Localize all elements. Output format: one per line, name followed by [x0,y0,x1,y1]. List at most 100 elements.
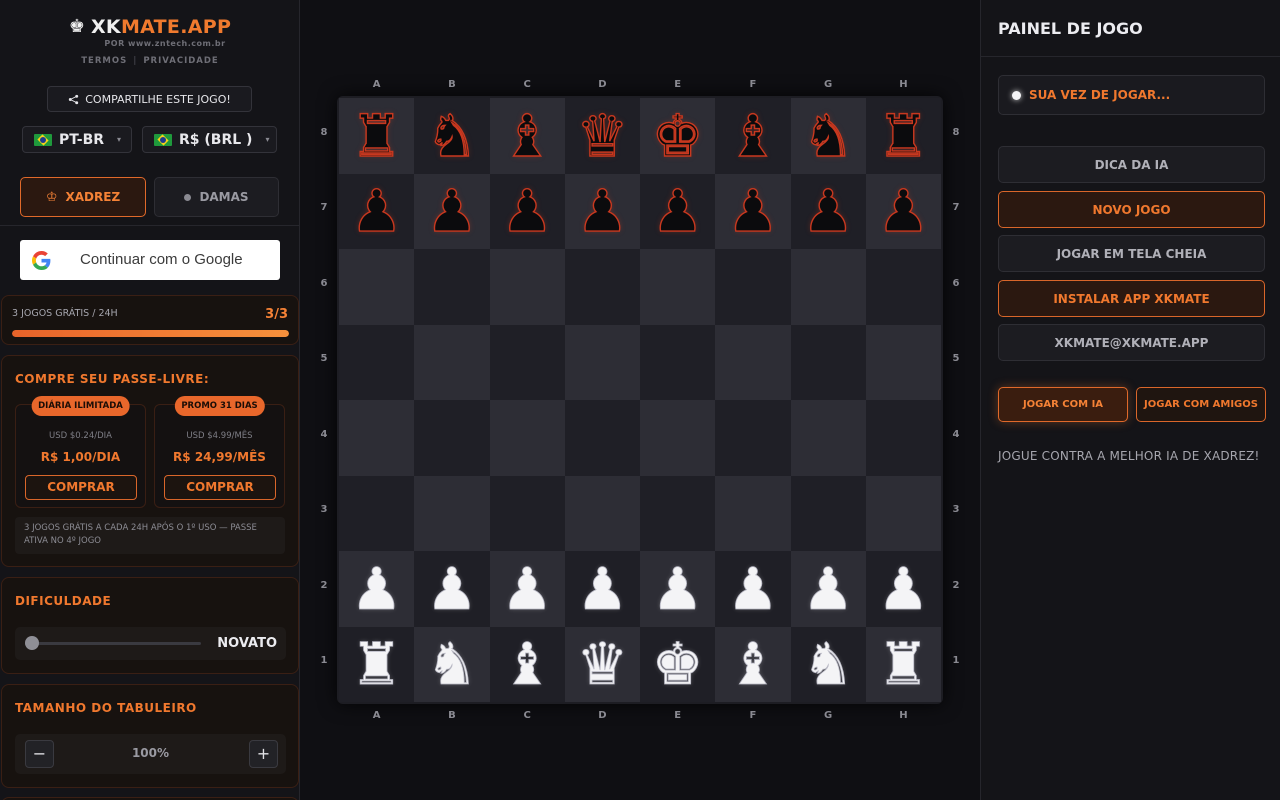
white-pawn-icon[interactable]: ♟ [576,559,629,618]
square-c7[interactable]: ♟ [489,173,565,249]
install-app-button[interactable]: INSTALAR APP XKMATE [998,280,1265,317]
square-c2[interactable]: ♟ [489,551,565,627]
white-knight-icon[interactable]: ♞ [802,635,855,694]
mode-chess-button[interactable]: ♔ XADREZ [20,177,146,217]
black-rook-icon[interactable]: ♜ [350,106,403,165]
square-g7[interactable]: ♟ [790,173,866,249]
white-pawn-icon[interactable]: ♟ [877,559,930,618]
square-h7[interactable]: ♟ [865,173,941,249]
square-f8[interactable]: ♝ [715,98,791,174]
square-e7[interactable]: ♟ [640,173,716,249]
white-king-icon[interactable]: ♚ [651,635,704,694]
white-pawn-icon[interactable]: ♟ [802,559,855,618]
difficulty-slider[interactable]: NOVATO [15,627,286,660]
black-rook-icon[interactable]: ♜ [877,106,930,165]
square-a1[interactable]: ♜ [339,626,415,702]
square-c8[interactable]: ♝ [489,98,565,174]
square-d4[interactable] [564,400,640,476]
black-pawn-icon[interactable]: ♟ [425,182,478,241]
brand-logo[interactable]: XKMATE.APP [91,16,231,38]
play-friends-button[interactable]: JOGAR COM AMIGOS [1136,387,1266,422]
ai-hint-button[interactable]: DICA DA IA [998,146,1265,183]
square-a4[interactable] [339,400,415,476]
zoom-in-button[interactable]: + [249,740,278,768]
square-a6[interactable] [339,249,415,325]
square-b8[interactable]: ♞ [414,98,490,174]
privacy-link[interactable]: PRIVACIDADE [143,56,218,66]
square-d7[interactable]: ♟ [564,173,640,249]
currency-select[interactable]: R$ (BRL ) ▾ [142,126,277,153]
square-b5[interactable] [414,324,490,400]
square-h6[interactable] [865,249,941,325]
square-h1[interactable]: ♜ [865,626,941,702]
white-queen-icon[interactable]: ♛ [576,635,629,694]
square-h8[interactable]: ♜ [865,98,941,174]
square-a8[interactable]: ♜ [339,98,415,174]
square-c4[interactable] [489,400,565,476]
square-c6[interactable] [489,249,565,325]
square-f4[interactable] [715,400,791,476]
black-knight-icon[interactable]: ♞ [425,106,478,165]
square-c1[interactable]: ♝ [489,626,565,702]
square-e2[interactable]: ♟ [640,551,716,627]
black-pawn-icon[interactable]: ♟ [500,182,553,241]
white-bishop-icon[interactable]: ♝ [501,635,554,694]
square-b2[interactable]: ♟ [414,551,490,627]
square-a3[interactable] [339,475,415,551]
new-game-button[interactable]: NOVO JOGO [998,191,1265,228]
square-e5[interactable] [640,324,716,400]
play-ai-button[interactable]: JOGAR COM IA [998,387,1128,422]
white-knight-icon[interactable]: ♞ [425,635,478,694]
square-h3[interactable] [865,475,941,551]
buy-daily-button[interactable]: COMPRAR [25,475,137,500]
square-d1[interactable]: ♛ [564,626,640,702]
square-e3[interactable] [640,475,716,551]
black-king-icon[interactable]: ♚ [651,106,704,165]
black-pawn-icon[interactable]: ♟ [877,182,930,241]
white-bishop-icon[interactable]: ♝ [726,635,779,694]
buy-monthly-button[interactable]: COMPRAR [164,475,276,500]
square-f1[interactable]: ♝ [715,626,791,702]
square-f2[interactable]: ♟ [715,551,791,627]
black-bishop-icon[interactable]: ♝ [500,106,553,165]
square-b6[interactable] [414,249,490,325]
square-a5[interactable] [339,324,415,400]
square-d6[interactable] [564,249,640,325]
white-pawn-icon[interactable]: ♟ [651,559,704,618]
square-g5[interactable] [790,324,866,400]
square-d2[interactable]: ♟ [564,551,640,627]
square-a2[interactable]: ♟ [339,551,415,627]
square-b7[interactable]: ♟ [414,173,490,249]
square-b1[interactable]: ♞ [414,626,490,702]
black-knight-icon[interactable]: ♞ [801,106,854,165]
language-select[interactable]: PT-BR ▾ [22,126,132,153]
square-d8[interactable]: ♛ [564,98,640,174]
square-f7[interactable]: ♟ [715,173,791,249]
square-g6[interactable] [790,249,866,325]
black-pawn-icon[interactable]: ♟ [651,182,704,241]
mode-checkers-button[interactable]: DAMAS [154,177,279,217]
black-pawn-icon[interactable]: ♟ [726,182,779,241]
square-d5[interactable] [564,324,640,400]
square-f3[interactable] [715,475,791,551]
square-g4[interactable] [790,400,866,476]
square-e4[interactable] [640,400,716,476]
square-g1[interactable]: ♞ [790,626,866,702]
square-b4[interactable] [414,400,490,476]
square-h2[interactable]: ♟ [865,551,941,627]
terms-link[interactable]: TERMOS [81,56,127,66]
white-pawn-icon[interactable]: ♟ [350,559,403,618]
white-pawn-icon[interactable]: ♟ [425,559,478,618]
black-pawn-icon[interactable]: ♟ [350,182,403,241]
white-rook-icon[interactable]: ♜ [877,635,930,694]
square-e8[interactable]: ♚ [640,98,716,174]
black-pawn-icon[interactable]: ♟ [801,182,854,241]
square-g2[interactable]: ♟ [790,551,866,627]
white-rook-icon[interactable]: ♜ [350,635,403,694]
square-f5[interactable] [715,324,791,400]
square-d3[interactable] [564,475,640,551]
share-button[interactable]: COMPARTILHE ESTE JOGO! [47,86,252,112]
square-h5[interactable] [865,324,941,400]
square-e6[interactable] [640,249,716,325]
white-pawn-icon[interactable]: ♟ [501,559,554,618]
